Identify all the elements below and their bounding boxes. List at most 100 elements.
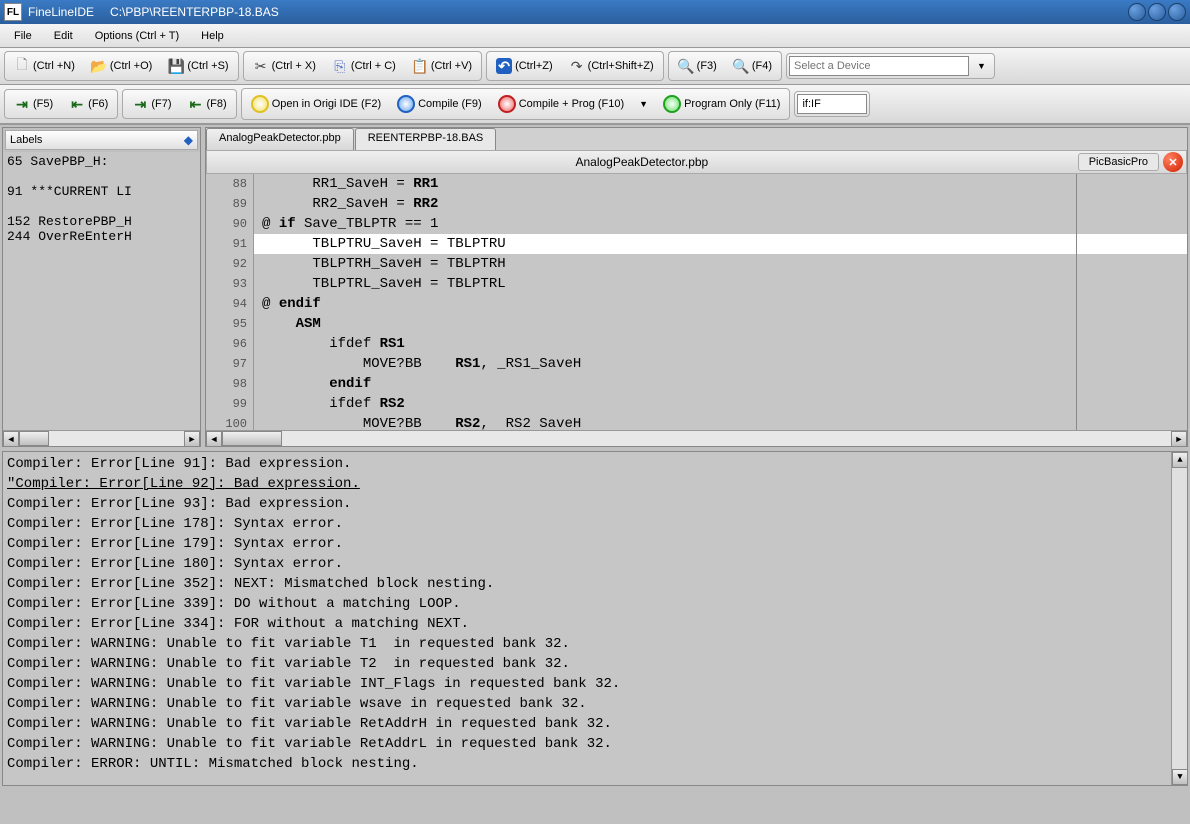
find-button[interactable]: 🔍(F3) [671,54,724,78]
output-line[interactable]: Compiler: WARNING: Unable to fit variabl… [7,634,1183,654]
output-line[interactable]: Compiler: Error[Line 178]: Syntax error. [7,514,1183,534]
output-line[interactable]: Compiler: WARNING: Unable to fit variabl… [7,734,1183,754]
line-number: 90 [206,214,247,234]
scroll-up-icon[interactable]: ▲ [1172,452,1188,468]
output-line[interactable]: Compiler: Error[Line 91]: Bad expression… [7,454,1183,474]
new-label: (Ctrl +N) [33,60,75,72]
output-line[interactable]: Compiler: Error[Line 352]: NEXT: Mismatc… [7,574,1183,594]
sidebar-header[interactable]: Labels ◆ [5,130,198,150]
code-line[interactable]: RR1_SaveH = RR1 [254,174,1187,194]
output-line[interactable]: Compiler: WARNING: Unable to fit variabl… [7,714,1183,734]
compile-label: Compile (F9) [418,98,482,110]
code-line[interactable]: TBLPTRU_SaveH = TBLPTRU [254,234,1187,254]
copy-button[interactable]: ⎘(Ctrl + C) [325,54,403,78]
file-lang[interactable]: PicBasicPro [1078,153,1159,171]
bookmark-f8-button[interactable]: ⇤(F8) [181,92,234,116]
file-header: AnalogPeakDetector.pbp PicBasicPro ✕ [206,150,1187,174]
maximize-button[interactable] [1148,3,1166,21]
code-line[interactable]: @ endif [254,294,1187,314]
sidebar-line[interactable] [7,199,196,214]
sidebar-line[interactable]: 244 OverReEnterH [7,229,196,244]
if-input[interactable] [797,94,867,114]
code-line[interactable]: endif [254,374,1187,394]
compile-prog-button[interactable]: Compile + Prog (F10) [491,91,631,117]
output-vscroll[interactable]: ▲ ▼ [1171,452,1187,785]
open-ide-button[interactable]: Open in Origi IDE (F2) [244,91,388,117]
menu-help[interactable]: Help [191,27,234,45]
bookmark-f6-button[interactable]: ⇤(F6) [62,92,115,116]
scroll-down-icon[interactable]: ▼ [1172,769,1188,785]
line-number: 92 [206,254,247,274]
openide-label: Open in Origi IDE (F2) [272,98,381,110]
output-line[interactable]: Compiler: Error[Line 180]: Syntax error. [7,554,1183,574]
output-line[interactable]: Compiler: Error[Line 334]: FOR without a… [7,614,1183,634]
code-line[interactable]: TBLPTRH_SaveH = TBLPTRH [254,254,1187,274]
code-line[interactable]: TBLPTRL_SaveH = TBLPTRL [254,274,1187,294]
output-line[interactable]: Compiler: Error[Line 179]: Syntax error. [7,534,1183,554]
editor-hscroll[interactable]: ◄ ► [206,430,1187,446]
bookmark-f7-button[interactable]: ⇥(F7) [125,92,178,116]
bookmark-icon: ⇤ [69,96,85,112]
code-line[interactable]: ifdef RS2 [254,394,1187,414]
output-panel[interactable]: Compiler: Error[Line 91]: Bad expression… [2,451,1188,786]
close-file-button[interactable]: ✕ [1163,152,1183,172]
code-line[interactable]: ifdef RS1 [254,334,1187,354]
sidebar-line[interactable]: 91 ***CURRENT LI [7,184,196,199]
minimize-button[interactable] [1128,3,1146,21]
f6-label: (F6) [88,98,108,110]
output-line[interactable]: "Compiler: Error[Line 92]: Bad expressio… [7,474,1183,494]
scroll-right-icon[interactable]: ► [1171,431,1187,447]
sidebar-content[interactable]: 65 SavePBP_H: 91 ***CURRENT LI 152 Resto… [3,152,200,430]
open-button[interactable]: 📂(Ctrl +O) [84,54,159,78]
editor-tabs: AnalogPeakDetector.pbp REENTERPBP-18.BAS [206,128,1187,150]
code-line[interactable]: MOVE?BB RS2, RS2 SaveH [254,414,1187,430]
code-editor[interactable]: 888990919293949596979899100 RR1_SaveH = … [206,174,1187,430]
menu-edit[interactable]: Edit [44,27,83,45]
output-line[interactable]: Compiler: ERROR: UNTIL: Mismatched block… [7,754,1183,774]
code-line[interactable]: MOVE?BB RS1, _RS1_SaveH [254,354,1187,374]
f8-label: (F8) [207,98,227,110]
output-line[interactable]: Compiler: Error[Line 93]: Bad expression… [7,494,1183,514]
scroll-left-icon[interactable]: ◄ [206,431,222,447]
device-dropdown-icon[interactable]: ▼ [971,61,992,71]
device-select[interactable] [789,56,969,76]
scroll-left-icon[interactable]: ◄ [3,431,19,447]
code-body[interactable]: RR1_SaveH = RR1 RR2_SaveH = RR2@ if Save… [254,174,1187,430]
output-line[interactable]: Compiler: Error[Line 339]: DO without a … [7,594,1183,614]
findnext-button[interactable]: 🔍(F4) [726,54,779,78]
window-controls [1128,3,1186,21]
output-line[interactable]: Compiler: WARNING: Unable to fit variabl… [7,654,1183,674]
menu-options[interactable]: Options (Ctrl + T) [85,27,189,45]
file-path: C:\PBP\REENTERPBP-18.BAS [110,5,1128,19]
code-line[interactable]: @ if Save_TBLPTR == 1 [254,214,1187,234]
redo-button[interactable]: ↷(Ctrl+Shift+Z) [562,54,661,78]
output-line[interactable]: Compiler: WARNING: Unable to fit variabl… [7,694,1183,714]
paste-button[interactable]: 📋(Ctrl +V) [405,54,479,78]
scroll-thumb[interactable] [222,431,282,446]
undo-icon: ↶ [496,58,512,74]
scroll-thumb[interactable] [19,431,49,446]
menu-file[interactable]: File [4,27,42,45]
sidebar-line[interactable]: 65 SavePBP_H: [7,154,196,169]
output-line[interactable]: Compiler: WARNING: Unable to fit variabl… [7,674,1183,694]
sidebar-hscroll[interactable]: ◄ ► [3,430,200,446]
find-label: (F3) [697,60,717,72]
cut-button[interactable]: ✂(Ctrl + X) [246,54,323,78]
save-button[interactable]: 💾(Ctrl +S) [161,54,235,78]
program-only-button[interactable]: Program Only (F11) [656,91,787,117]
sidebar-line[interactable] [7,169,196,184]
compile-dropdown-icon[interactable]: ▼ [633,99,654,109]
code-line[interactable]: ASM [254,314,1187,334]
close-window-button[interactable] [1168,3,1186,21]
find-icon: 🔍 [678,58,694,74]
scroll-right-icon[interactable]: ► [184,431,200,447]
undo-button[interactable]: ↶(Ctrl+Z) [489,54,560,78]
tab-reenterpbp[interactable]: REENTERPBP-18.BAS [355,128,497,150]
new-button[interactable]: 🗋(Ctrl +N) [7,54,82,78]
bookmark-f5-button[interactable]: ⇥(F5) [7,92,60,116]
sidebar-line[interactable]: 152 RestorePBP_H [7,214,196,229]
tab-analogpeak[interactable]: AnalogPeakDetector.pbp [206,128,354,150]
code-line[interactable]: RR2_SaveH = RR2 [254,194,1187,214]
compile-button[interactable]: Compile (F9) [390,91,489,117]
paste-label: (Ctrl +V) [431,60,472,72]
